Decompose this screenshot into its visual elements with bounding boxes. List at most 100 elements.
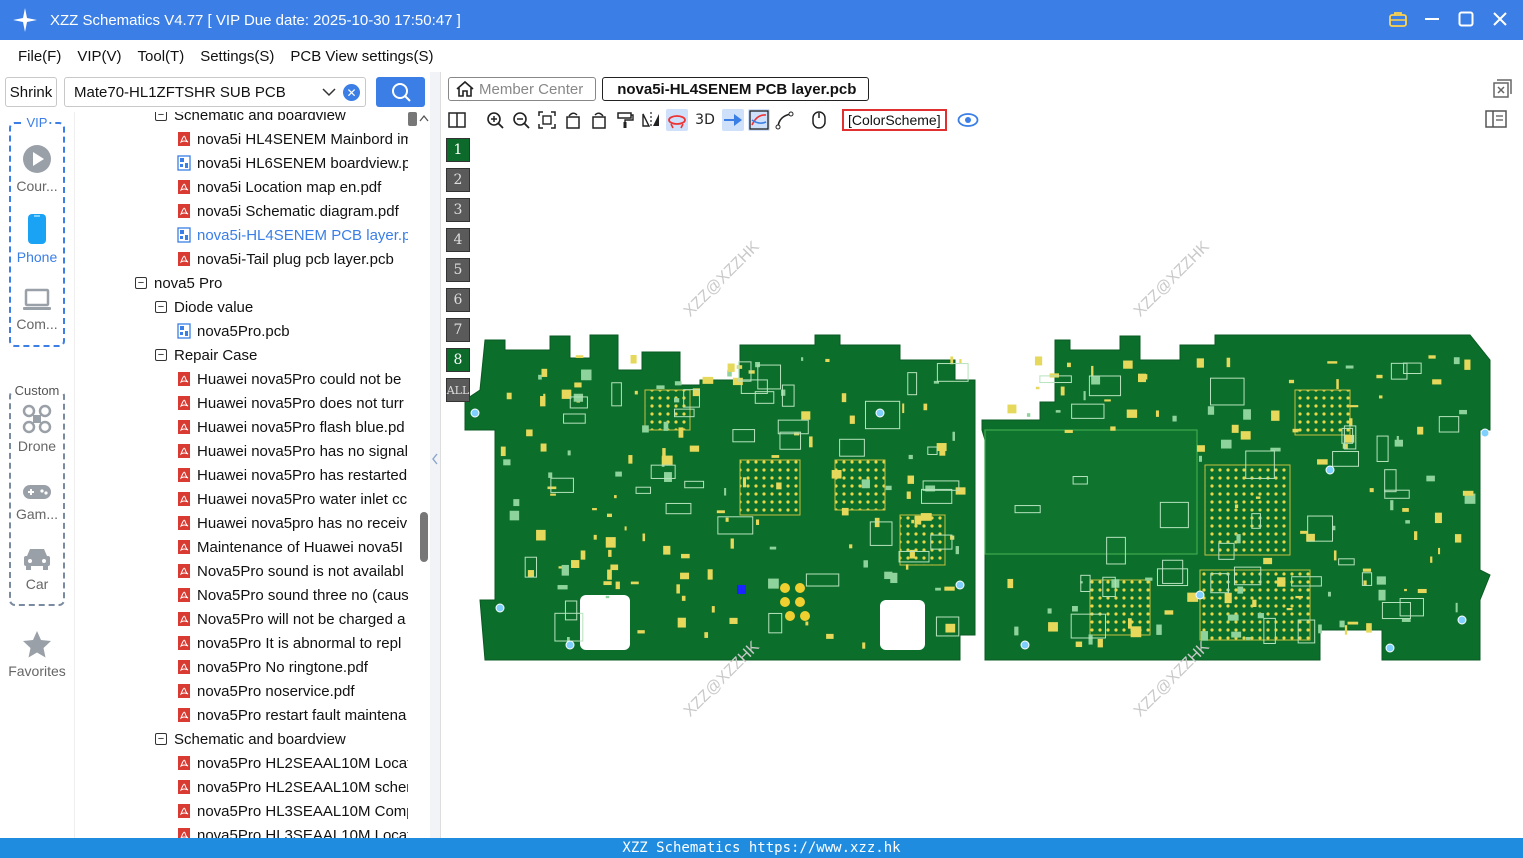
tree-folder[interactable]: − Schematic and boardview	[155, 727, 346, 751]
tree-folder[interactable]: − Repair Case	[155, 343, 257, 367]
tab-member-center[interactable]: Member Center	[448, 77, 597, 101]
menu-pcb-view-settings[interactable]: PCB View settings(S)	[282, 48, 441, 65]
tree-file[interactable]: nova5Pro restart fault maintena	[177, 703, 406, 727]
net-highlight-icon[interactable]	[748, 109, 770, 131]
pcb-component	[624, 526, 627, 531]
tree-file[interactable]: Nova5Pro will not be charged a	[177, 607, 405, 631]
tab-pcb-file[interactable]: nova5i-HL4SENEM PCB layer.pcb	[602, 77, 870, 101]
mouse-icon[interactable]	[808, 109, 830, 131]
pcb-component	[610, 564, 619, 571]
layer-button-8[interactable]: 8	[446, 348, 470, 372]
probe-icon[interactable]	[666, 109, 688, 131]
tree-folder[interactable]: − Schematic and boardview	[155, 112, 346, 127]
tree-file[interactable]: Huawei nova5Pro water inlet cc	[177, 487, 407, 511]
close-button[interactable]	[1489, 8, 1511, 30]
menu-file[interactable]: File(F)	[10, 48, 69, 65]
rotate-right-icon[interactable]	[588, 109, 610, 131]
collapse-toggle-icon[interactable]: −	[155, 301, 167, 313]
sidebar-item-favorites[interactable]: Favorites	[0, 629, 74, 679]
tree-file[interactable]: nova5Pro noservice.pdf	[177, 679, 355, 703]
tree-file[interactable]: Nova5Pro sound three no (caus	[177, 583, 408, 607]
menu-settings[interactable]: Settings(S)	[192, 48, 282, 65]
tree-scrollbar[interactable]	[418, 112, 430, 838]
tree-file[interactable]: Huawei nova5Pro does not turr	[177, 391, 404, 415]
tree-file[interactable]: nova5Pro HL2SEAAL10M scherr	[177, 775, 408, 799]
tree-folder[interactable]: − Diode value	[155, 295, 253, 319]
tree-scrollbar-thumb[interactable]	[420, 512, 428, 562]
pcb-component	[1263, 557, 1273, 565]
collapse-toggle-icon[interactable]: −	[155, 349, 167, 361]
paint-roller-icon[interactable]	[614, 109, 636, 131]
scroll-up-icon[interactable]	[419, 112, 429, 124]
layer-button-2[interactable]: 2	[446, 168, 470, 192]
tree-file[interactable]: Huawei nova5Pro could not be	[177, 367, 401, 391]
zoom-in-icon[interactable]	[484, 109, 506, 131]
sidebar-item-phone[interactable]: Phone	[0, 213, 74, 265]
mounting-hole	[875, 408, 885, 418]
color-scheme-button[interactable]: [ColorScheme]	[842, 109, 947, 131]
maximize-button[interactable]	[1455, 8, 1477, 30]
sidebar-item-computer[interactable]: Com...	[0, 288, 74, 332]
minimize-button[interactable]	[1421, 8, 1443, 30]
pcb-component	[1123, 360, 1133, 369]
search-button[interactable]	[376, 77, 425, 107]
collapse-toggle-icon[interactable]: −	[155, 112, 167, 121]
sidebar-item-course[interactable]: Cour...	[0, 144, 74, 194]
tree-file[interactable]: Huawei nova5Pro has no signal	[177, 439, 408, 463]
tree-file[interactable]: nova5i-HL4SENEM PCB layer.pc	[177, 223, 408, 247]
sidebar-item-car[interactable]: Car	[0, 546, 74, 592]
tree-file[interactable]: nova5i Schematic diagram.pdf	[177, 199, 399, 223]
tree-file[interactable]: nova5Pro It is abnormal to repl	[177, 631, 401, 655]
eye-icon[interactable]	[957, 109, 979, 131]
sidebar-item-label: Car	[25, 576, 49, 592]
tree-file[interactable]: nova5Pro HL2SEAAL10M Locati	[177, 751, 408, 775]
tree-file[interactable]: Huawei nova5pro has no receiv	[177, 511, 407, 535]
chevron-down-icon[interactable]	[321, 84, 337, 100]
layer-button-5[interactable]: 5	[446, 258, 470, 282]
tree-file[interactable]: nova5Pro HL3SEAAL10M Comp	[177, 799, 408, 823]
tree-file[interactable]: Huawei nova5Pro flash blue.pd	[177, 415, 405, 439]
split-view-icon[interactable]	[446, 109, 468, 131]
close-tabs-icon[interactable]	[1492, 79, 1512, 103]
tree-file[interactable]: nova5i Location map en.pdf	[177, 175, 381, 199]
panel-splitter[interactable]	[430, 72, 440, 838]
menu-vip[interactable]: VIP(V)	[69, 48, 129, 65]
pdf-file-icon	[178, 420, 190, 434]
clear-icon[interactable]: ✕	[343, 84, 360, 101]
menu-tool[interactable]: Tool(T)	[130, 48, 193, 65]
tree-file[interactable]: Nova5Pro sound is not availabl	[177, 559, 404, 583]
layer-button-1[interactable]: 1	[446, 138, 470, 162]
collapse-arrow-icon[interactable]	[431, 452, 439, 466]
sidebar-item-game[interactable]: Gam...	[0, 482, 74, 522]
tree-file[interactable]: nova5i HL6SENEM boardview.p	[177, 151, 408, 175]
tree-file[interactable]: nova5i HL4SENEM Mainbord im	[177, 127, 408, 151]
zoom-out-icon[interactable]	[510, 109, 532, 131]
rotate-left-icon[interactable]	[562, 109, 584, 131]
shrink-button[interactable]: Shrink	[5, 77, 57, 107]
tree-file[interactable]: Maintenance of Huawei nova5I	[177, 535, 403, 559]
collapse-toggle-icon[interactable]: −	[155, 733, 167, 745]
collapse-toggle-icon[interactable]: −	[135, 277, 147, 289]
tree-file[interactable]: nova5Pro No ringtone.pdf	[177, 655, 368, 679]
tree-file[interactable]: nova5Pro HL3SEAAL10M Locati	[177, 823, 408, 838]
layer-button-7[interactable]: 7	[446, 318, 470, 342]
bag-icon[interactable]	[1387, 8, 1409, 30]
arrow-right-icon[interactable]	[722, 109, 744, 131]
pcb-component	[1200, 631, 1208, 641]
tree-file[interactable]: Huawei nova5Pro has restarted	[177, 463, 407, 487]
pcb-canvas[interactable]: XZZ@XZZHK XZZ@XZZHK XZZ@XZZHK XZZ@XZZHK	[440, 130, 1523, 838]
layer-button-6[interactable]: 6	[446, 288, 470, 312]
board-select[interactable]: Mate70-HL1ZFTSHR SUB PCB ✕	[64, 77, 366, 107]
tree-folder[interactable]: − nova5 Pro	[135, 271, 222, 295]
layer-button-all[interactable]: ALL	[446, 378, 470, 402]
tree-file[interactable]: nova5Pro.pcb	[177, 319, 290, 343]
layer-button-4[interactable]: 4	[446, 228, 470, 252]
tree-file[interactable]: nova5i-Tail plug pcb layer.pcb	[177, 247, 394, 271]
three-d-button[interactable]: 3D	[692, 109, 718, 131]
pcb-component	[862, 642, 866, 649]
mirror-icon[interactable]	[640, 109, 662, 131]
fit-view-icon[interactable]	[536, 109, 558, 131]
layer-button-3[interactable]: 3	[446, 198, 470, 222]
sidebar-item-drone[interactable]: Drone	[0, 404, 74, 454]
curve-tool-icon[interactable]	[774, 109, 796, 131]
